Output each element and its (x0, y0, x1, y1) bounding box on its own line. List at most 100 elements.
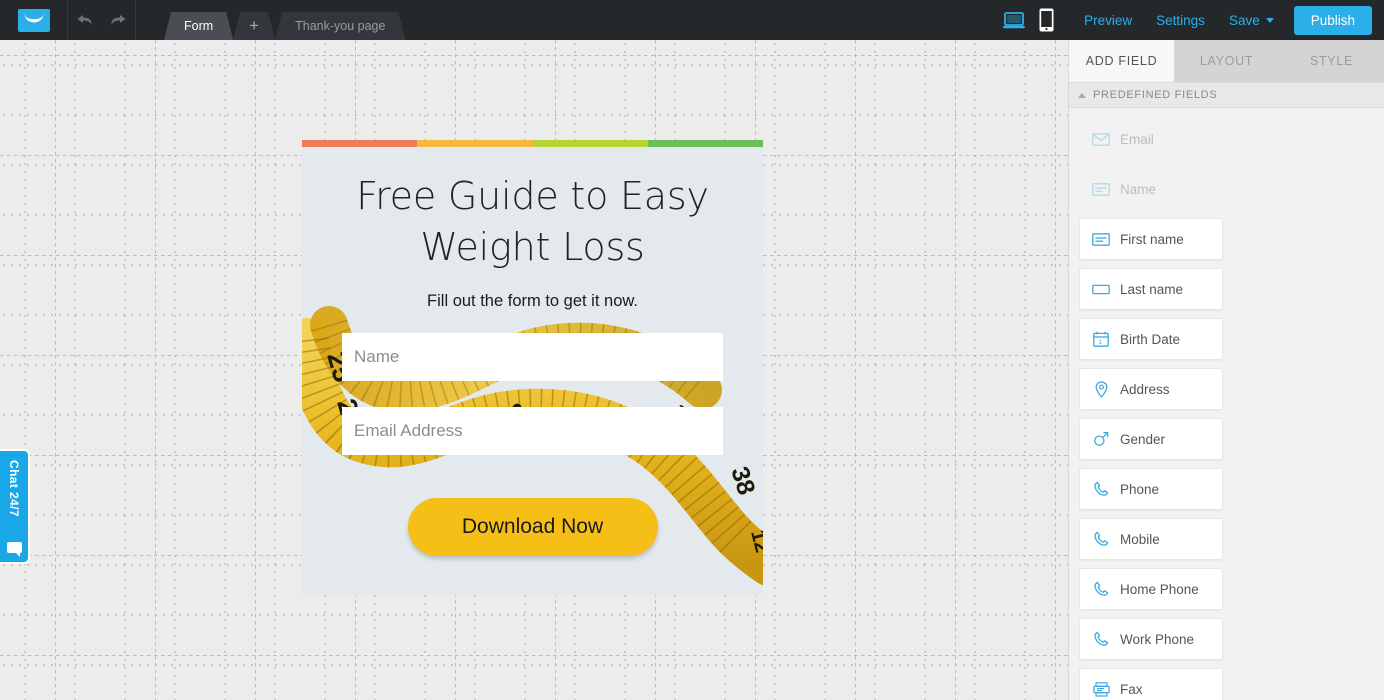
tab-thank-you-page[interactable]: Thank-you page (275, 12, 405, 40)
triangle-up-icon (1078, 92, 1086, 98)
chat-widget-label: Chat 24/7 (7, 460, 21, 517)
gradient-segment-3 (532, 140, 648, 147)
field-chip-first-name[interactable]: First name (1079, 218, 1223, 260)
top-toolbar: Form + Thank-you page Preview Settings S… (0, 0, 1384, 40)
field-chip-gender[interactable]: Gender (1079, 418, 1223, 460)
field-chip-email: Email (1079, 118, 1223, 160)
field-chip-home-phone-label: Home Phone (1120, 581, 1199, 597)
form-subtitle: Fill out the form to get it now. (427, 292, 638, 311)
svg-text:1: 1 (1098, 339, 1102, 346)
page-tabs: Form + Thank-you page (164, 0, 405, 40)
grid-line (55, 40, 56, 700)
phone-icon (1092, 580, 1110, 598)
tab-style[interactable]: STYLE (1279, 40, 1384, 82)
envelope-icon (1092, 130, 1110, 148)
gender-mars-icon (1092, 430, 1110, 448)
undo-arrow-icon[interactable] (74, 9, 96, 31)
fax-icon (1092, 680, 1110, 698)
text-field-icon (1092, 230, 1110, 248)
tab-add-field-label: ADD FIELD (1085, 54, 1158, 68)
grid-line (955, 40, 956, 700)
field-chip-last-name[interactable]: Last name (1079, 268, 1223, 310)
form-title: Free Guide to Easy Weight Loss (356, 174, 709, 269)
text-field-icon (1092, 180, 1110, 198)
chevron-down-icon (1265, 17, 1274, 23)
grid-line (1055, 40, 1056, 700)
field-chip-fax[interactable]: Fax (1079, 668, 1223, 700)
field-chip-mobile[interactable]: Mobile (1079, 518, 1223, 560)
form-content: Free Guide to Easy Weight Loss Fill out … (302, 147, 763, 557)
chat-bubble-icon (6, 542, 22, 557)
field-chip-name: Name (1079, 168, 1223, 210)
field-chip-phone-label: Phone (1120, 481, 1160, 497)
add-page-button[interactable]: + (233, 12, 275, 40)
input-box-icon (1092, 280, 1110, 298)
settings-label: Settings (1156, 12, 1205, 28)
toolbar-actions: Preview Settings Save Publish (997, 0, 1384, 40)
editor-canvas[interactable]: Chat 24/7 25 38 12 Free Guide to Easy We… (0, 40, 1068, 700)
save-dropdown[interactable]: Save (1217, 13, 1286, 28)
panel-tab-bar: ADD FIELD LAYOUT STYLE (1069, 40, 1384, 82)
mobile-phone-icon[interactable] (1039, 8, 1054, 32)
location-pin-icon (1092, 380, 1110, 398)
field-chip-home-phone[interactable]: Home Phone (1079, 568, 1223, 610)
tab-layout-label: LAYOUT (1199, 54, 1254, 68)
download-now-button[interactable]: Download Now (407, 498, 658, 557)
app-logo[interactable] (0, 0, 68, 40)
desktop-monitor-icon[interactable] (1003, 11, 1026, 29)
save-label: Save (1228, 12, 1260, 28)
tab-add-field[interactable]: ADD FIELD (1069, 40, 1174, 82)
grid-line (155, 40, 156, 700)
predefined-fields-grid: Email Name First name Last name 1 Birth … (1069, 108, 1384, 700)
grid-line (255, 40, 256, 700)
settings-button[interactable]: Settings (1144, 13, 1217, 28)
field-chip-first-name-label: First name (1120, 231, 1184, 247)
tab-form-label: Form (184, 19, 214, 33)
email-input[interactable]: Email Address (342, 407, 723, 456)
field-chip-address[interactable]: Address (1079, 368, 1223, 410)
field-chip-address-label: Address (1120, 381, 1170, 397)
phone-icon (1092, 530, 1110, 548)
section-predefined-label: PREDEFINED FIELDS (1093, 89, 1218, 101)
tab-layout[interactable]: LAYOUT (1174, 40, 1279, 82)
right-sidebar-panel: ADD FIELD LAYOUT STYLE PREDEFINED FIELDS (1068, 40, 1384, 700)
add-page-label: + (249, 16, 260, 35)
gradient-bar (302, 140, 763, 147)
field-chip-birth-date-label: Birth Date (1120, 331, 1181, 347)
tab-thank-you-label: Thank-you page (295, 19, 386, 33)
envelope-logo-icon (17, 8, 50, 32)
field-chip-mobile-label: Mobile (1120, 531, 1160, 547)
grid-line (855, 40, 856, 700)
field-chip-fax-label: Fax (1120, 681, 1143, 697)
grid-line (0, 655, 1068, 656)
download-now-label: Download Now (461, 515, 604, 539)
preview-label: Preview (1084, 12, 1133, 28)
gradient-segment-1 (302, 140, 418, 147)
field-chip-work-phone[interactable]: Work Phone (1079, 618, 1223, 660)
device-toggle-group (997, 8, 1072, 32)
form-preview-card[interactable]: 25 26 3 16 17 38 12 Free Guide to Easy W… (302, 140, 763, 595)
field-chip-gender-label: Gender (1120, 431, 1166, 447)
field-chip-work-phone-label: Work Phone (1120, 631, 1195, 647)
calendar-icon: 1 (1092, 330, 1110, 348)
publish-label: Publish (1310, 12, 1355, 28)
gradient-segment-2 (417, 140, 533, 147)
field-chip-birth-date[interactable]: 1 Birth Date (1079, 318, 1223, 360)
field-chip-phone[interactable]: Phone (1079, 468, 1223, 510)
preview-button[interactable]: Preview (1072, 13, 1144, 28)
redo-arrow-icon[interactable] (107, 9, 129, 31)
gradient-segment-4 (647, 140, 763, 147)
grid-line (0, 55, 1068, 56)
publish-button[interactable]: Publish (1293, 5, 1372, 35)
section-header-predefined-fields[interactable]: PREDEFINED FIELDS (1069, 82, 1384, 108)
phone-icon (1092, 630, 1110, 648)
tab-form[interactable]: Form (164, 12, 233, 40)
field-chip-last-name-label: Last name (1120, 281, 1184, 297)
phone-icon (1092, 480, 1110, 498)
form-builder-app: Form + Thank-you page Preview Settings S… (0, 0, 1384, 700)
undo-redo-group (68, 0, 136, 40)
chat-widget-tab[interactable]: Chat 24/7 (0, 449, 30, 564)
tab-style-label: STYLE (1309, 54, 1354, 68)
field-chip-email-label: Email (1120, 131, 1154, 147)
name-input[interactable]: Name (342, 333, 723, 382)
